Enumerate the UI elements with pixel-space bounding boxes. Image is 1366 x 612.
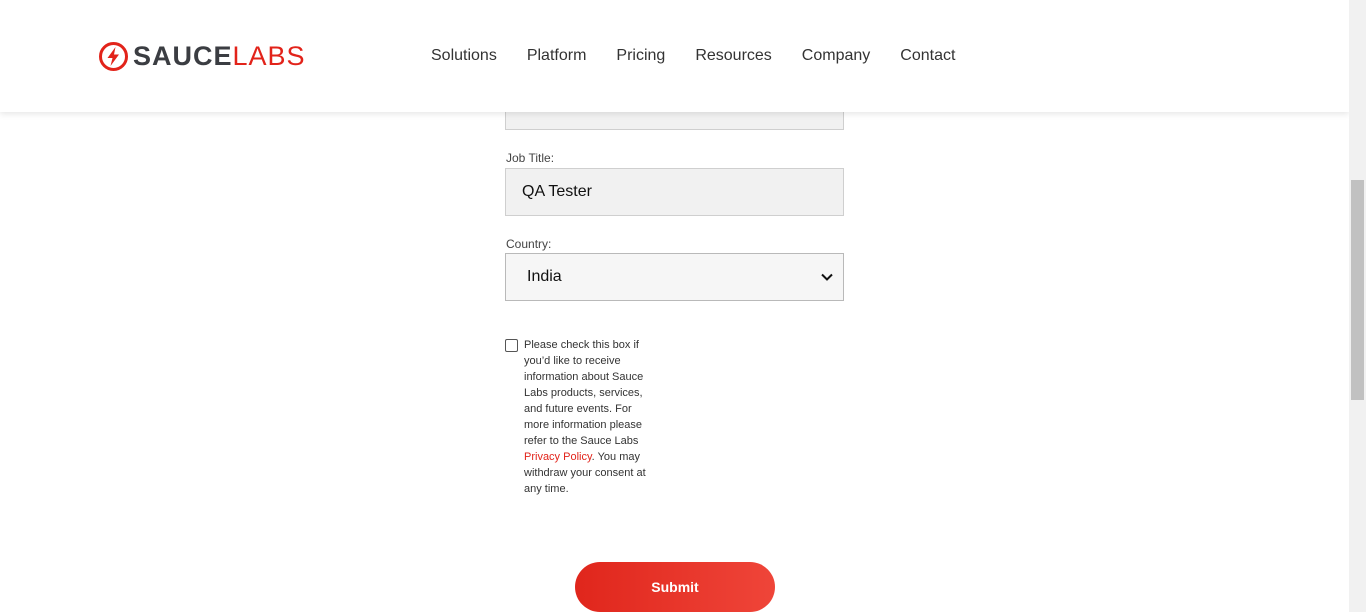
nav-contact[interactable]: Contact — [900, 45, 955, 67]
sauce-labs-logo-icon — [99, 41, 128, 71]
privacy-policy-link[interactable]: Privacy Policy — [524, 451, 592, 463]
country-label: Country: — [506, 237, 552, 251]
job-title-input[interactable] — [505, 168, 844, 216]
nav-platform[interactable]: Platform — [527, 45, 587, 67]
logo-word-sauce: SAUCE — [133, 40, 233, 71]
job-title-label: Job Title: — [506, 151, 555, 165]
submit-button[interactable]: Submit — [575, 562, 775, 612]
consent-body: Please check this box if you’d like to r… — [524, 339, 644, 447]
nav-resources[interactable]: Resources — [695, 45, 771, 67]
country-select-value: India — [527, 268, 562, 285]
logo-word-labs: LABS — [232, 40, 306, 71]
nav-pricing[interactable]: Pricing — [616, 45, 665, 67]
consent-checkbox[interactable] — [505, 339, 518, 352]
country-select[interactable]: India — [505, 253, 844, 301]
consent-text: Please check this box if you’d like to r… — [524, 337, 659, 497]
scrollbar-thumb[interactable] — [1351, 180, 1364, 400]
page: Job Title: Country: India Please check t… — [0, 0, 1349, 612]
sauce-labs-logo[interactable]: SAUCE LABS — [99, 40, 306, 72]
chevron-down-icon — [821, 271, 833, 283]
site-header: SAUCE LABS Solutions Platform Pricing Re… — [0, 0, 1349, 112]
main-nav: Solutions Platform Pricing Resources Com… — [431, 45, 985, 67]
nav-solutions[interactable]: Solutions — [431, 45, 497, 67]
nav-company[interactable]: Company — [802, 45, 870, 67]
